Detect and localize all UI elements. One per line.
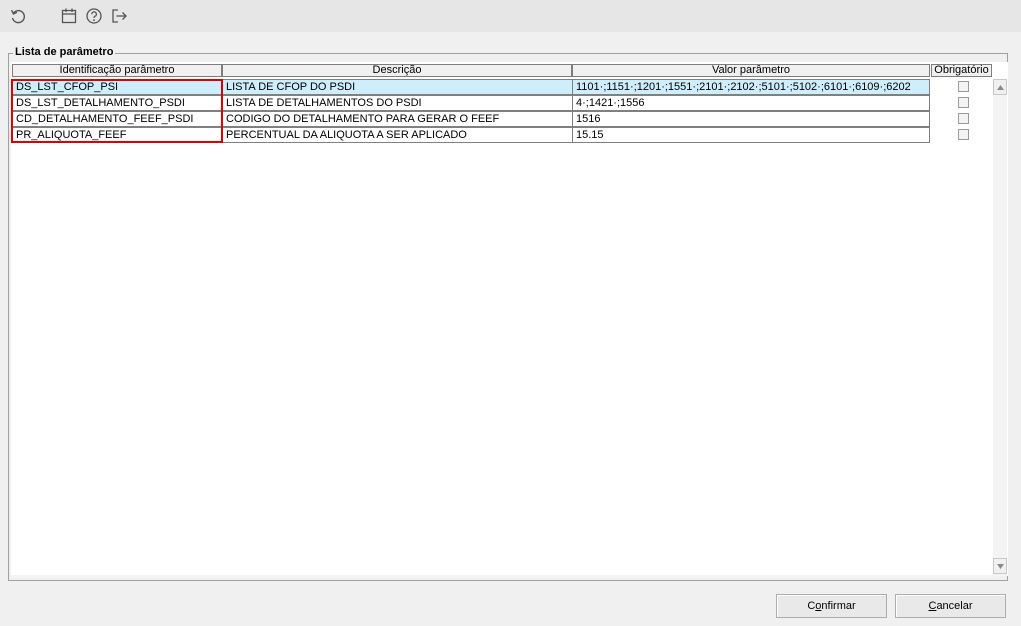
table-row[interactable]: DS_LST_CFOP_PSI LISTA DE CFOP DO PSDI 11… [12,79,930,95]
cell-value[interactable]: 1516 [572,111,930,127]
chevron-up-icon [996,84,1004,90]
required-checkbox[interactable] [958,113,969,124]
cell-id[interactable]: PR_ALIQUOTA_FEEF [12,127,223,143]
refresh-icon[interactable] [9,7,27,25]
cell-description[interactable]: LISTA DE CFOP DO PSDI [222,79,573,95]
exit-icon[interactable] [110,7,128,25]
toolbar [0,0,1021,32]
confirm-button[interactable]: Confirmar [776,594,887,618]
help-icon[interactable] [85,7,103,25]
required-checkbox[interactable] [958,97,969,108]
cell-value[interactable]: 1101·;1151·;1201·;1551·;2101·;2102·;5101… [572,79,930,95]
cancel-button[interactable]: Cancelar [895,594,1006,618]
group-title: Lista de parâmetro [13,46,116,58]
cell-id[interactable]: DS_LST_DETALHAMENTO_PSDI [12,95,223,111]
scroll-down-button[interactable] [993,558,1007,574]
column-header-required[interactable]: Obrigatório [931,64,992,77]
vertical-scrollbar[interactable] [993,79,1007,576]
table-row[interactable]: CD_DETALHAMENTO_FEEF_PSDI CODIGO DO DETA… [12,111,930,127]
cell-id[interactable]: DS_LST_CFOP_PSI [12,79,223,95]
calendar-icon[interactable] [60,7,78,25]
column-header-value[interactable]: Valor parâmetro [572,64,930,77]
required-checkbox[interactable] [958,81,969,92]
horizontal-scrollbar[interactable] [11,575,993,578]
table-row[interactable]: PR_ALIQUOTA_FEEF PERCENTUAL DA ALIQUOTA … [12,127,930,143]
cell-description[interactable]: PERCENTUAL DA ALIQUOTA A SER APLICADO [222,127,573,143]
required-checkbox[interactable] [958,129,969,140]
scroll-up-button[interactable] [993,79,1007,95]
cell-value[interactable]: 4·;1421·;1556 [572,95,930,111]
cell-value[interactable]: 15.15 [572,127,930,143]
cancel-label-part: ancelar [936,600,973,612]
confirm-label-part: nfirmar [821,600,856,612]
column-header-id[interactable]: Identificação parâmetro [12,64,222,77]
cell-description[interactable]: LISTA DE DETALHAMENTOS DO PSDI [222,95,573,111]
table-row[interactable]: DS_LST_DETALHAMENTO_PSDI LISTA DE DETALH… [12,95,930,111]
cell-id[interactable]: CD_DETALHAMENTO_FEEF_PSDI [12,111,223,127]
chevron-down-icon [996,563,1004,569]
column-header-description[interactable]: Descrição [222,64,572,77]
cell-description[interactable]: CODIGO DO DETALHAMENTO PARA GERAR O FEEF [222,111,573,127]
